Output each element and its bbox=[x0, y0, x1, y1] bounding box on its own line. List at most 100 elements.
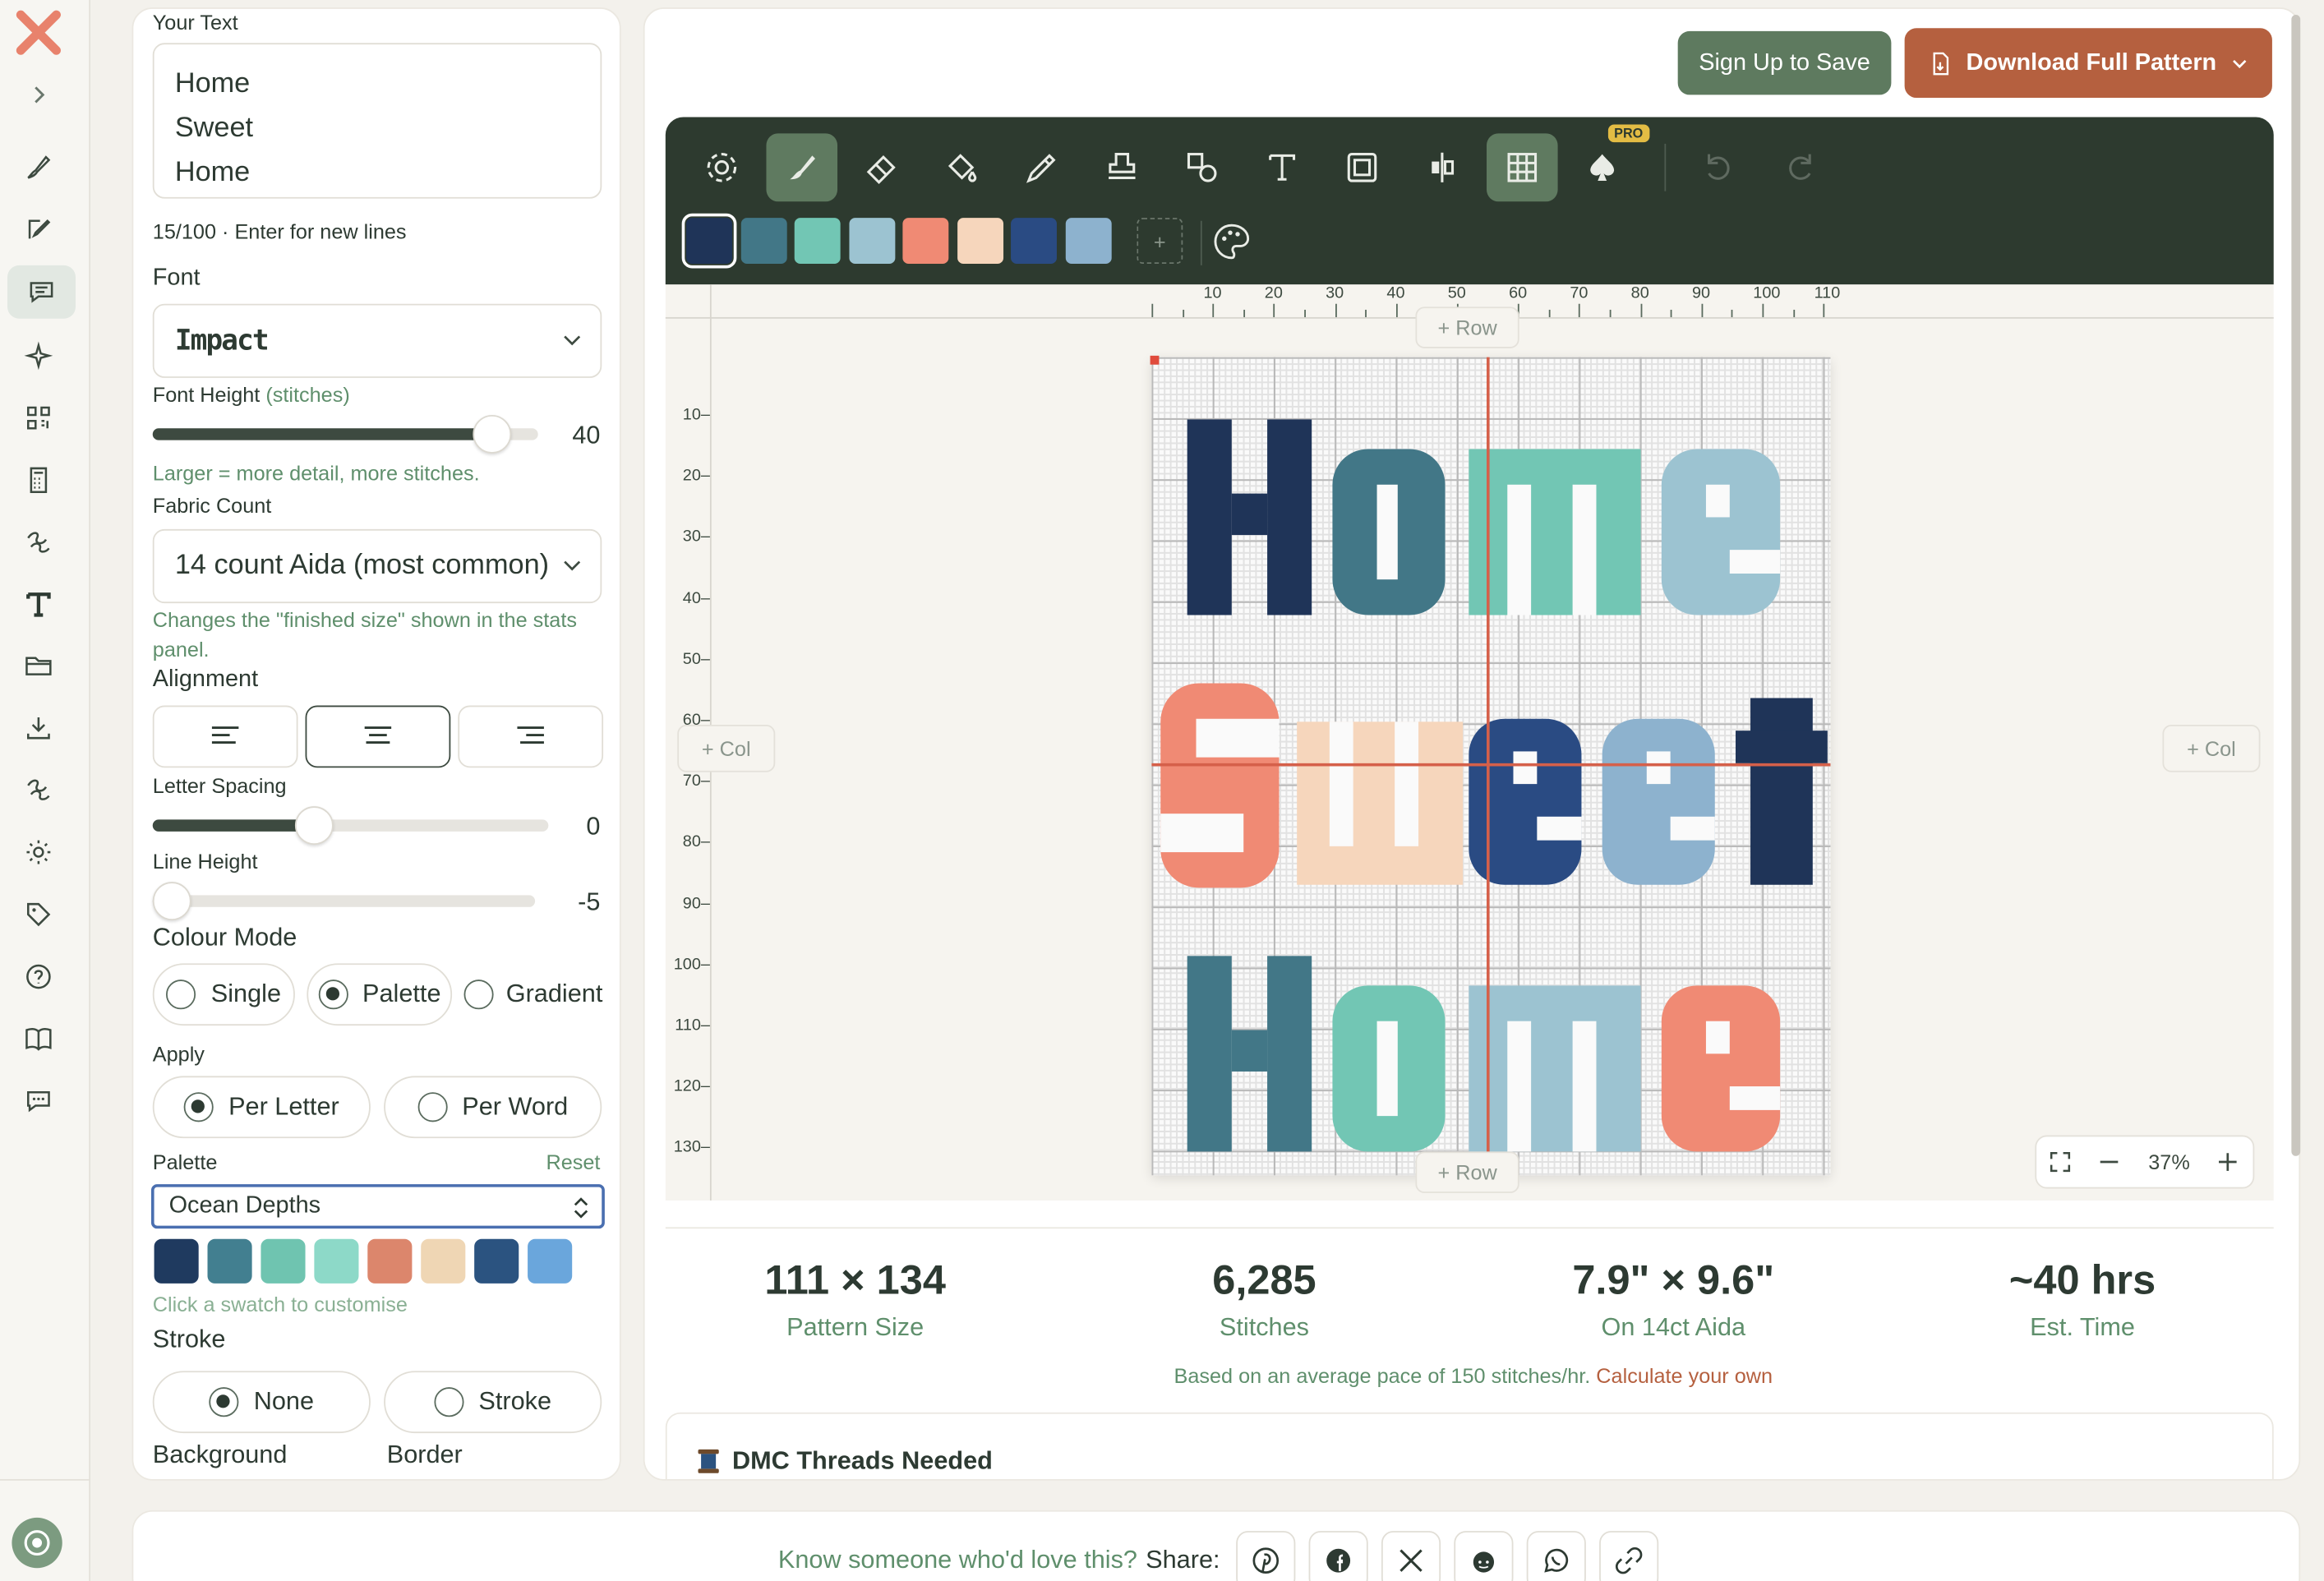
undo-icon[interactable] bbox=[1682, 133, 1754, 201]
zoom-out-icon[interactable] bbox=[2100, 1151, 2120, 1172]
reddit-icon[interactable] bbox=[1454, 1531, 1514, 1581]
brush-tool-icon[interactable] bbox=[766, 133, 838, 202]
stamp-icon[interactable] bbox=[1086, 133, 1158, 201]
toolbar-swatch[interactable] bbox=[957, 218, 1003, 265]
align-center-button[interactable] bbox=[305, 705, 451, 768]
download-pattern-button[interactable]: Download Full Pattern bbox=[1904, 28, 2272, 99]
thread-icon[interactable] bbox=[21, 772, 56, 808]
toolbar-swatch[interactable] bbox=[848, 218, 895, 265]
qr-grid-icon[interactable] bbox=[21, 400, 56, 436]
brush-icon[interactable] bbox=[21, 150, 56, 185]
stitch-grid[interactable] bbox=[1150, 355, 1831, 1176]
pattern-canvas[interactable]: 10 20 30 40 50 60 70 80 90 100 110 10– 20– 30– 40– 50–… bbox=[665, 284, 2274, 1201]
spade-icon[interactable] bbox=[1566, 133, 1638, 201]
stroke-none[interactable]: None bbox=[152, 1371, 371, 1434]
book-icon[interactable] bbox=[21, 1021, 56, 1057]
apply-per-word[interactable]: Per Word bbox=[384, 1076, 602, 1139]
toolbar-swatch[interactable] bbox=[902, 218, 949, 265]
ruler-tick-label: 90 bbox=[1691, 284, 1711, 302]
toolbar-swatch[interactable] bbox=[681, 213, 737, 269]
apply-per-letter[interactable]: Per Letter bbox=[152, 1076, 371, 1139]
palette-select[interactable]: Ocean Depths bbox=[150, 1184, 605, 1229]
palette-swatch[interactable] bbox=[474, 1238, 519, 1284]
pinterest-icon[interactable] bbox=[1236, 1531, 1296, 1581]
toolbar-swatch[interactable] bbox=[1064, 218, 1111, 265]
line-height-slider[interactable] bbox=[152, 882, 536, 921]
align-center-icon bbox=[364, 726, 392, 744]
align-left-button[interactable] bbox=[152, 705, 298, 768]
font-select[interactable]: Impact bbox=[152, 303, 602, 378]
fullscreen-icon[interactable] bbox=[2050, 1151, 2071, 1173]
toolbar-swatch[interactable] bbox=[794, 218, 841, 265]
palette-swatch[interactable] bbox=[314, 1238, 359, 1284]
expand-chevron-icon[interactable] bbox=[21, 77, 56, 113]
logo-icon[interactable] bbox=[12, 9, 65, 57]
settings-icon[interactable] bbox=[21, 834, 56, 869]
add-swatch-button[interactable]: + bbox=[1137, 218, 1183, 265]
facebook-icon[interactable] bbox=[1308, 1531, 1368, 1581]
zoom-in-icon[interactable] bbox=[2218, 1151, 2239, 1172]
letter-spacing-slider[interactable] bbox=[152, 806, 549, 846]
slider-knob[interactable] bbox=[295, 806, 334, 846]
colour-mode-single-label: Single bbox=[210, 979, 282, 1008]
eraser-icon[interactable] bbox=[846, 133, 918, 201]
profile-icon[interactable] bbox=[12, 1517, 62, 1569]
palette-reset-link[interactable]: Reset bbox=[546, 1150, 600, 1174]
dmc-threads-section[interactable]: DMC Threads Needed bbox=[665, 1412, 2274, 1479]
sign-up-button[interactable]: Sign Up to Save bbox=[1677, 30, 1892, 95]
stroke-stroke[interactable]: Stroke bbox=[384, 1371, 602, 1434]
text-input[interactable]: Home Sweet Home bbox=[152, 43, 602, 199]
slider-knob[interactable] bbox=[472, 415, 511, 454]
palette-swatch[interactable] bbox=[528, 1238, 573, 1284]
edit-icon[interactable] bbox=[21, 212, 56, 247]
eyedropper-icon[interactable] bbox=[1007, 133, 1078, 201]
frame-icon[interactable] bbox=[1326, 133, 1398, 201]
colour-mode-palette[interactable]: Palette bbox=[307, 963, 453, 1026]
ruler-tick-label: 80 bbox=[1630, 284, 1649, 302]
calculate-link[interactable]: Calculate your own bbox=[1596, 1363, 1773, 1387]
text-icon[interactable] bbox=[21, 587, 56, 622]
feedback-icon[interactable] bbox=[21, 1083, 56, 1118]
editor-toolbar: PRO + bbox=[665, 117, 2274, 285]
thread-icon[interactable] bbox=[21, 524, 56, 560]
download-icon[interactable] bbox=[21, 710, 56, 745]
threads-title: DMC Threads Needed bbox=[731, 1446, 993, 1475]
palette-swatch[interactable] bbox=[154, 1238, 199, 1284]
stat-pattern-size: 111 × 134 Pattern Size bbox=[677, 1256, 1033, 1343]
toolbar-swatch[interactable] bbox=[740, 218, 786, 265]
calculator-icon[interactable] bbox=[21, 463, 56, 498]
add-col-right-button[interactable]: + Col bbox=[2162, 724, 2261, 772]
add-row-bottom-button[interactable]: + Row bbox=[1415, 1151, 1519, 1193]
font-height-slider[interactable] bbox=[152, 415, 538, 454]
text-tool-icon[interactable] bbox=[1247, 133, 1318, 201]
slider-knob[interactable] bbox=[152, 882, 191, 921]
palette-icon[interactable] bbox=[1211, 221, 1253, 263]
add-col-left-button[interactable]: + Col bbox=[677, 724, 776, 772]
copy-link-icon[interactable] bbox=[1599, 1531, 1659, 1581]
mirror-icon[interactable] bbox=[1407, 133, 1478, 201]
sparkle-icon[interactable] bbox=[21, 338, 56, 373]
x-twitter-icon[interactable] bbox=[1381, 1531, 1441, 1581]
tag-icon[interactable] bbox=[21, 897, 56, 932]
align-right-button[interactable] bbox=[458, 705, 604, 768]
scrollbar[interactable] bbox=[2291, 15, 2301, 1156]
palette-swatch[interactable] bbox=[421, 1238, 466, 1284]
colour-mode-gradient[interactable]: Gradient bbox=[463, 963, 605, 1026]
help-icon[interactable] bbox=[21, 959, 56, 994]
whatsapp-icon[interactable] bbox=[1526, 1531, 1586, 1581]
grid-icon[interactable] bbox=[1487, 133, 1558, 202]
toolbar-swatch[interactable] bbox=[1011, 218, 1057, 265]
shapes-icon[interactable] bbox=[1166, 133, 1238, 201]
palette-swatch[interactable] bbox=[207, 1238, 252, 1284]
palette-swatch[interactable] bbox=[261, 1238, 306, 1284]
fabric-count-select[interactable]: 14 count Aida (most common) bbox=[152, 528, 602, 604]
redo-icon[interactable] bbox=[1765, 133, 1837, 201]
folder-icon[interactable] bbox=[21, 648, 56, 683]
settings-icon[interactable] bbox=[686, 133, 758, 201]
stitch-block bbox=[1537, 816, 1582, 841]
chat-text-icon[interactable] bbox=[7, 265, 76, 319]
fill-bucket-icon[interactable] bbox=[926, 133, 998, 201]
palette-swatch[interactable] bbox=[367, 1238, 413, 1284]
colour-mode-single[interactable]: Single bbox=[152, 963, 295, 1026]
add-row-top-button[interactable]: + Row bbox=[1415, 307, 1519, 348]
